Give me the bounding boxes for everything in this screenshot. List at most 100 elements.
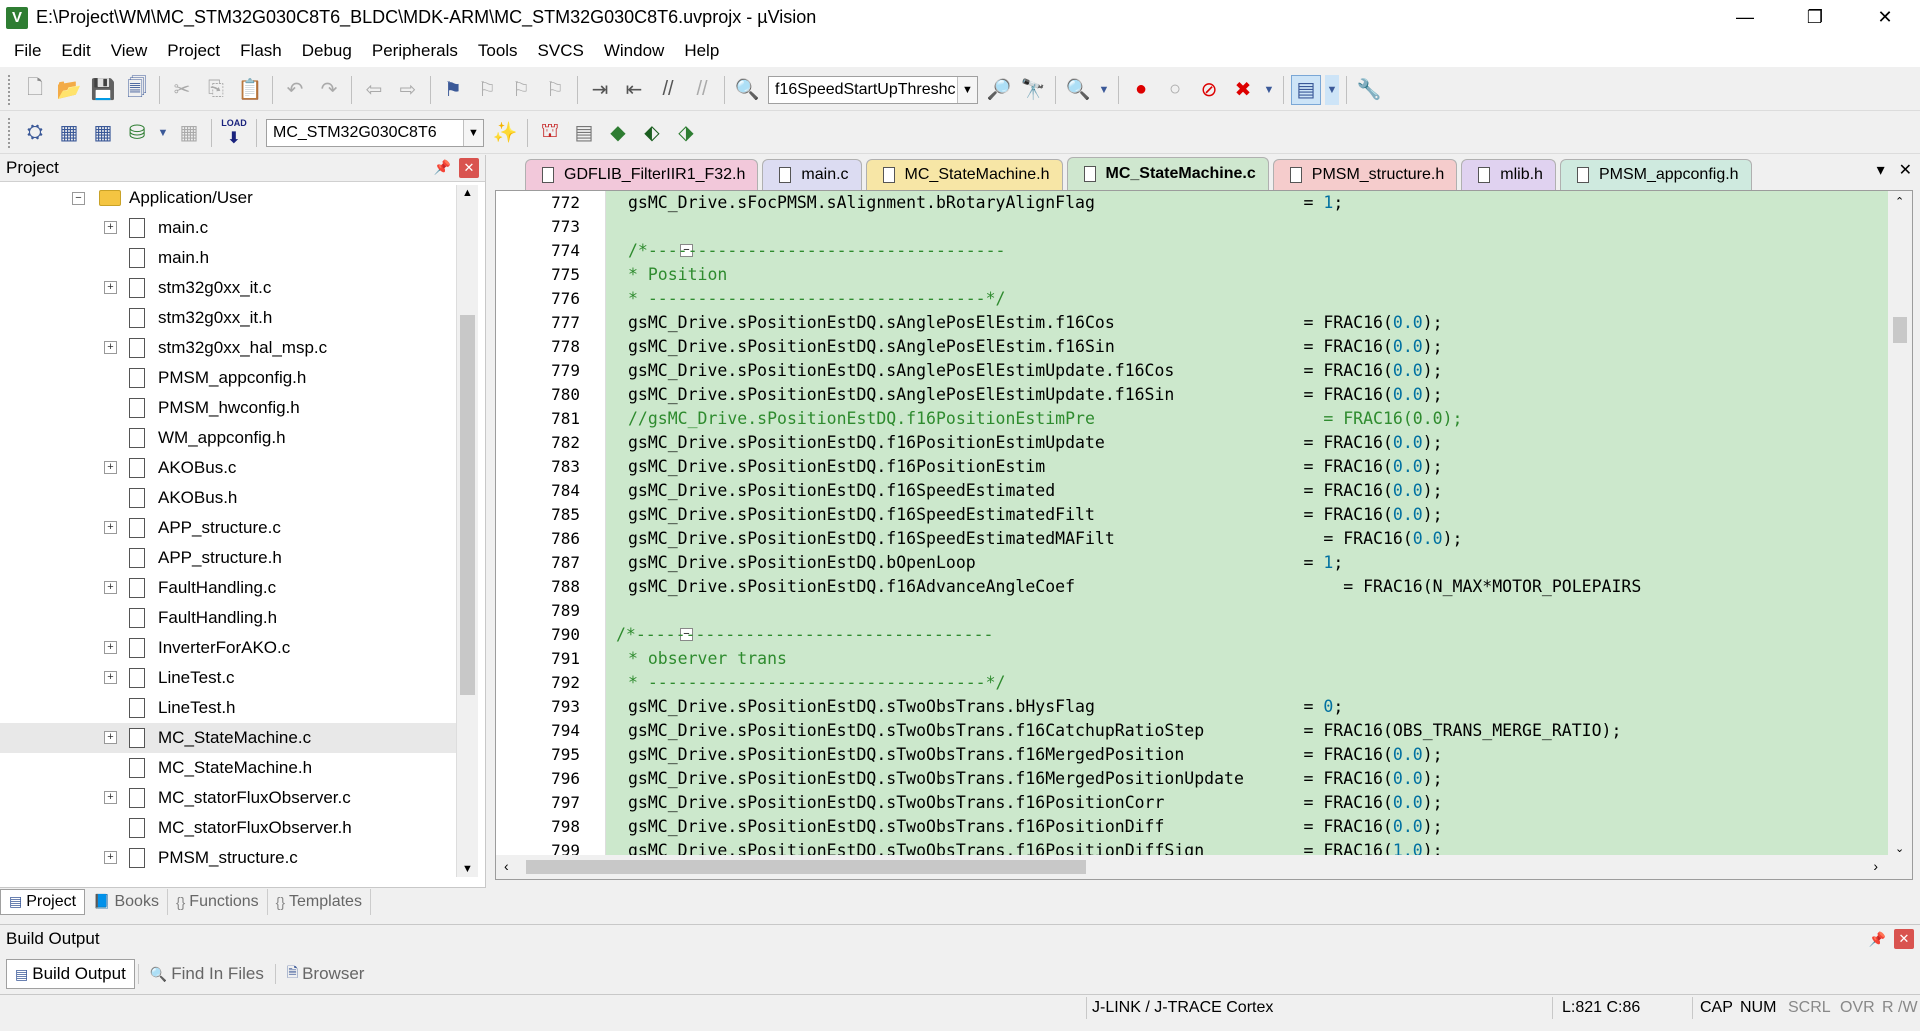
next-bookmark-icon[interactable]: ⚐ xyxy=(506,75,536,105)
find-in-files-icon[interactable]: 🔍 xyxy=(732,75,762,105)
bookmark-icon[interactable]: ⚑ xyxy=(438,75,468,105)
scrollbar-thumb[interactable] xyxy=(526,860,1086,874)
restore-button[interactable]: ❐ xyxy=(1780,0,1850,35)
expand-icon[interactable]: + xyxy=(104,341,117,354)
editor-tab-gdflib-filteriir1-f32-h[interactable]: GDFLIB_FilterIIR1_F32.h xyxy=(525,159,759,190)
select-software-packs-icon[interactable]: ⬖ xyxy=(637,118,667,148)
layout-dropdown-icon[interactable]: ▼ xyxy=(1325,74,1339,105)
tree-file-item[interactable]: + main.c xyxy=(0,213,456,243)
expand-icon[interactable]: + xyxy=(104,281,117,294)
comment-icon[interactable]: // xyxy=(653,75,683,105)
expand-icon[interactable]: + xyxy=(104,731,117,744)
editor-tab-mc-statemachine-c[interactable]: MC_StateMachine.c xyxy=(1066,157,1269,190)
manage-multi-project-icon[interactable]: ▤ xyxy=(569,118,599,148)
save-all-icon[interactable]: 🗐 xyxy=(122,75,152,105)
debug-dropdown-icon[interactable]: ▼ xyxy=(1097,75,1111,105)
tree-file-item[interactable]: main.h xyxy=(0,243,456,273)
find-combo[interactable]: f16SpeedStartUpThreshc ▼ xyxy=(768,75,978,104)
close-window-button[interactable]: ✕ xyxy=(1850,0,1920,35)
find-icon[interactable]: 🔎 xyxy=(984,75,1014,105)
editor-horizontal-scrollbar[interactable]: ‹ › xyxy=(496,855,1912,879)
tree-file-item[interactable]: MC_StateMachine.h xyxy=(0,753,456,783)
project-tab-functions[interactable]: {} Functions xyxy=(168,888,268,915)
code-editor[interactable]: 772 773 774 775 776 777 778 779 780 781 782 783 784 7… xyxy=(495,190,1913,880)
manage-run-time-environment-icon[interactable]: ◆ xyxy=(603,118,633,148)
menu-window[interactable]: Window xyxy=(594,35,674,67)
toolbar-grip[interactable] xyxy=(8,74,12,105)
target-options-icon[interactable]: ✨ xyxy=(490,118,520,148)
tree-file-item[interactable]: LineTest.h xyxy=(0,693,456,723)
tree-file-item[interactable]: FaultHandling.h xyxy=(0,603,456,633)
clear-bookmarks-icon[interactable]: ⚐ xyxy=(540,75,570,105)
editor-tab-pmsm-appconfig-h[interactable]: PMSM_appconfig.h xyxy=(1559,159,1752,190)
rebuild-icon[interactable]: ▦ xyxy=(88,118,118,148)
chevron-down-icon[interactable]: ▼ xyxy=(463,119,483,146)
tree-folder-application-user[interactable]: − Application/User xyxy=(0,183,456,213)
scrollbar-thumb[interactable] xyxy=(460,315,475,695)
toolbar-grip[interactable] xyxy=(8,117,12,148)
scroll-down-icon[interactable]: ▼ xyxy=(462,863,473,875)
breakpoint-icon[interactable]: ● xyxy=(1126,75,1156,105)
tree-file-item[interactable]: + APP_structure.c xyxy=(0,513,456,543)
menu-view[interactable]: View xyxy=(101,35,158,67)
tree-file-item[interactable]: + stm32g0xx_hal_msp.c xyxy=(0,333,456,363)
pack-installer-icon[interactable]: ⬗ xyxy=(671,118,701,148)
expand-icon[interactable]: + xyxy=(104,791,117,804)
tree-file-item[interactable]: WM_appconfig.h xyxy=(0,423,456,453)
batch-dropdown-icon[interactable]: ▼ xyxy=(156,118,170,148)
new-file-icon[interactable]: 🗋 xyxy=(20,75,50,105)
tree-file-item[interactable]: + stm32g0xx_it.c xyxy=(0,273,456,303)
expand-icon[interactable]: + xyxy=(104,851,117,864)
tree-file-item[interactable]: + MC_statorFluxObserver.c xyxy=(0,783,456,813)
cut-icon[interactable]: ✂ xyxy=(167,75,197,105)
tree-file-item[interactable]: APP_structure.h xyxy=(0,543,456,573)
translate-icon[interactable]: ⛭ xyxy=(20,118,50,148)
close-icon[interactable]: ✕ xyxy=(1894,929,1914,949)
menu-flash[interactable]: Flash xyxy=(230,35,292,67)
indent-icon[interactable]: ⇥ xyxy=(585,75,615,105)
menu-edit[interactable]: Edit xyxy=(51,35,100,67)
project-tab-books[interactable]: 📘 Books xyxy=(85,888,168,915)
tree-file-item[interactable]: MC_statorFluxObserver.h xyxy=(0,813,456,843)
tree-file-item[interactable]: + AKOBus.c xyxy=(0,453,456,483)
scroll-left-icon[interactable]: ‹ xyxy=(504,858,509,874)
menu-debug[interactable]: Debug xyxy=(292,35,362,67)
breakpoints-dropdown-icon[interactable]: ▼ xyxy=(1262,75,1276,105)
tree-file-item[interactable]: AKOBus.h xyxy=(0,483,456,513)
menu-tools[interactable]: Tools xyxy=(468,35,528,67)
tree-file-item[interactable]: + MC_StateMachine.c xyxy=(0,723,456,753)
editor-tab-main-c[interactable]: main.c xyxy=(762,159,862,190)
menu-project[interactable]: Project xyxy=(157,35,230,67)
tree-file-item[interactable]: + InverterForAKO.c xyxy=(0,633,456,663)
tree-file-item[interactable]: + LineTest.c xyxy=(0,663,456,693)
open-file-icon[interactable]: 📂 xyxy=(54,75,84,105)
manage-project-items-icon[interactable]: ⛫ xyxy=(535,118,565,148)
expand-icon[interactable]: + xyxy=(104,461,117,474)
uncomment-icon[interactable]: // xyxy=(687,75,717,105)
tree-file-item[interactable]: PMSM_hwconfig.h xyxy=(0,393,456,423)
expand-icon[interactable]: + xyxy=(104,521,117,534)
project-tree-scrollbar[interactable]: ▲ ▼ xyxy=(456,185,478,877)
chevron-down-icon[interactable]: ▼ xyxy=(957,76,977,103)
tree-file-item[interactable]: PMSM_appconfig.h xyxy=(0,363,456,393)
pin-icon[interactable]: 📌 xyxy=(434,159,451,176)
close-tab-icon[interactable]: ✕ xyxy=(1899,160,1912,180)
collapse-icon[interactable]: − xyxy=(72,191,85,205)
copy-icon[interactable]: ⎘ xyxy=(201,75,231,105)
expand-icon[interactable]: + xyxy=(104,641,117,654)
batch-build-icon[interactable]: ⛁ xyxy=(122,118,152,148)
build-icon[interactable]: ▦ xyxy=(54,118,84,148)
paste-icon[interactable]: 📋 xyxy=(235,75,265,105)
prev-bookmark-icon[interactable]: ⚐ xyxy=(472,75,502,105)
menu-help[interactable]: Help xyxy=(674,35,729,67)
scrollbar-thumb[interactable] xyxy=(1893,317,1907,343)
project-tab-project[interactable]: ▤ Project xyxy=(0,888,86,915)
code-area[interactable]: gsMC_Drive.sFocPMSM.sAlignment.bRotaryAl… xyxy=(616,191,1888,879)
unindent-icon[interactable]: ⇤ xyxy=(619,75,649,105)
debug-session-icon[interactable]: 🔍 xyxy=(1063,75,1093,105)
navigate-forward-icon[interactable]: ⇨ xyxy=(393,75,423,105)
undo-icon[interactable]: ↶ xyxy=(280,75,310,105)
close-icon[interactable]: ✕ xyxy=(459,158,479,178)
build-tab-browser[interactable]: 🗎 Browser xyxy=(279,959,373,989)
menu-svcs[interactable]: SVCS xyxy=(528,35,594,67)
